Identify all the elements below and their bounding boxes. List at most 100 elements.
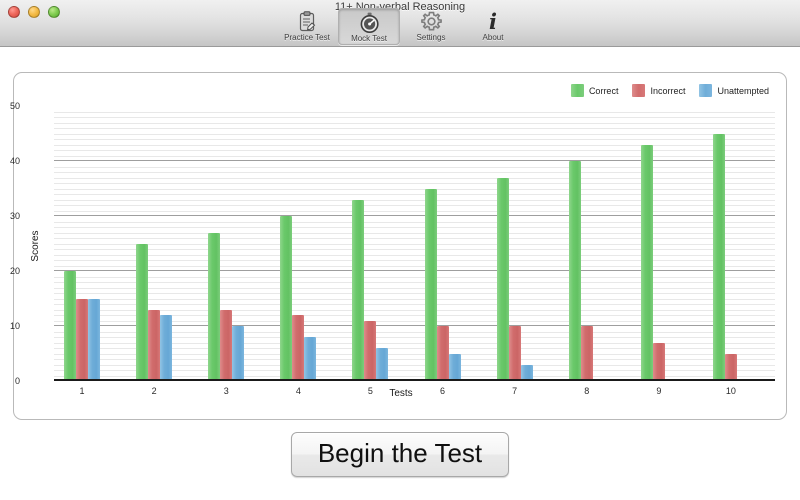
toolbar-item-label: Settings <box>417 33 446 42</box>
bar-correct-test-10 <box>713 134 725 382</box>
gridline-minor <box>54 277 775 278</box>
bar-incorrect-test-5 <box>364 321 376 382</box>
bar-incorrect-test-10 <box>725 354 737 382</box>
gridline-minor <box>54 233 775 234</box>
bar-incorrect-test-4 <box>292 315 304 381</box>
stopwatch-icon <box>359 11 380 33</box>
y-tick-label: 40 <box>0 156 20 166</box>
gridline-minor <box>54 145 775 146</box>
gear-icon <box>421 10 442 32</box>
bar-incorrect-test-9 <box>653 343 665 382</box>
legend-item-incorrect: Incorrect <box>632 84 685 97</box>
bar-correct-test-9 <box>641 145 653 382</box>
begin-test-area: Begin the Test <box>0 432 800 477</box>
plot-area <box>54 106 775 381</box>
bar-incorrect-test-7 <box>509 326 521 381</box>
gridline-minor <box>54 123 775 124</box>
gridline-minor <box>54 150 775 151</box>
gridline-minor <box>54 172 775 173</box>
gridline-minor <box>54 128 775 129</box>
y-axis-label: Scores <box>30 230 41 261</box>
gridline-minor <box>54 288 775 289</box>
gridline-minor <box>54 134 775 135</box>
gridline-minor <box>54 222 775 223</box>
gridline-minor <box>54 205 775 206</box>
bar-correct-test-4 <box>280 216 292 381</box>
gridline-minor <box>54 293 775 294</box>
legend-swatch-incorrect <box>632 84 645 97</box>
gridline-minor <box>54 238 775 239</box>
legend-item-unattempted: Unattempted <box>699 84 769 97</box>
bar-correct-test-2 <box>136 244 148 382</box>
info-icon: i <box>485 10 501 32</box>
bar-incorrect-test-2 <box>148 310 160 382</box>
gridline-major <box>54 215 775 216</box>
bar-unattempted-test-1 <box>88 299 100 382</box>
toolbar-item-practice-test[interactable]: Practice Test <box>276 8 338 45</box>
gridline-minor <box>54 211 775 212</box>
bar-incorrect-test-1 <box>76 299 88 382</box>
gridline-minor <box>54 255 775 256</box>
bar-unattempted-test-2 <box>160 315 172 381</box>
legend-swatch-correct <box>571 84 584 97</box>
gridline-minor <box>54 194 775 195</box>
y-tick-label: 50 <box>0 101 20 111</box>
gridline-minor <box>54 299 775 300</box>
toolbar-item-settings[interactable]: Settings <box>400 8 462 45</box>
gridline-minor <box>54 249 775 250</box>
gridline-minor <box>54 244 775 245</box>
bar-correct-test-7 <box>497 178 509 382</box>
bar-unattempted-test-6 <box>449 354 461 382</box>
bar-correct-test-8 <box>569 161 581 381</box>
toolbar-item-label: Practice Test <box>284 33 330 42</box>
legend-swatch-unattempted <box>699 84 712 97</box>
y-tick-label: 30 <box>0 211 20 221</box>
toolbar-item-about[interactable]: i About <box>462 8 524 45</box>
legend-label: Unattempted <box>717 86 769 96</box>
svg-text:i: i <box>489 10 497 32</box>
bar-unattempted-test-5 <box>376 348 388 381</box>
gridline-minor <box>54 260 775 261</box>
toolbar-item-label: Mock Test <box>351 34 387 43</box>
gridline-minor <box>54 310 775 311</box>
legend-label: Correct <box>589 86 619 96</box>
chart-legend: Correct Incorrect Unattempted <box>564 81 776 100</box>
gridline-minor <box>54 266 775 267</box>
bar-correct-test-6 <box>425 189 437 382</box>
app-window: 11+ Non-verbal Reasoning Practice Test <box>0 0 800 500</box>
gridline-minor <box>54 178 775 179</box>
window-titlebar: 11+ Non-verbal Reasoning Practice Test <box>0 0 800 47</box>
gridline-minor <box>54 200 775 201</box>
gridline-major <box>54 160 775 161</box>
chart-panel: Scores 01020304050 12345678910 Tests Cor… <box>13 72 787 420</box>
gridline-minor <box>54 112 775 113</box>
y-tick-label: 20 <box>0 266 20 276</box>
gridline-minor <box>54 117 775 118</box>
gridline-minor <box>54 183 775 184</box>
toolbar: Practice Test Mock Test <box>0 8 800 46</box>
gridline-minor <box>54 167 775 168</box>
legend-item-correct: Correct <box>571 84 619 97</box>
gridline-major <box>54 270 775 271</box>
begin-test-button[interactable]: Begin the Test <box>291 432 509 477</box>
toolbar-item-label: About <box>483 33 504 42</box>
y-tick-label: 10 <box>0 321 20 331</box>
y-tick-label: 0 <box>0 376 20 386</box>
bar-unattempted-test-3 <box>232 326 244 381</box>
bar-unattempted-test-4 <box>304 337 316 381</box>
toolbar-item-mock-test[interactable]: Mock Test <box>338 8 400 45</box>
x-axis-line <box>54 379 775 381</box>
gridline-minor <box>54 282 775 283</box>
legend-label: Incorrect <box>650 86 685 96</box>
gridline-minor <box>54 227 775 228</box>
bar-incorrect-test-6 <box>437 326 449 381</box>
bar-incorrect-test-3 <box>220 310 232 382</box>
bar-correct-test-3 <box>208 233 220 382</box>
bar-correct-test-5 <box>352 200 364 382</box>
bar-incorrect-test-8 <box>581 326 593 381</box>
gridline-minor <box>54 189 775 190</box>
clipboard-icon <box>297 10 317 32</box>
gridline-minor <box>54 304 775 305</box>
gridline-minor <box>54 156 775 157</box>
x-axis-label: Tests <box>14 388 788 399</box>
